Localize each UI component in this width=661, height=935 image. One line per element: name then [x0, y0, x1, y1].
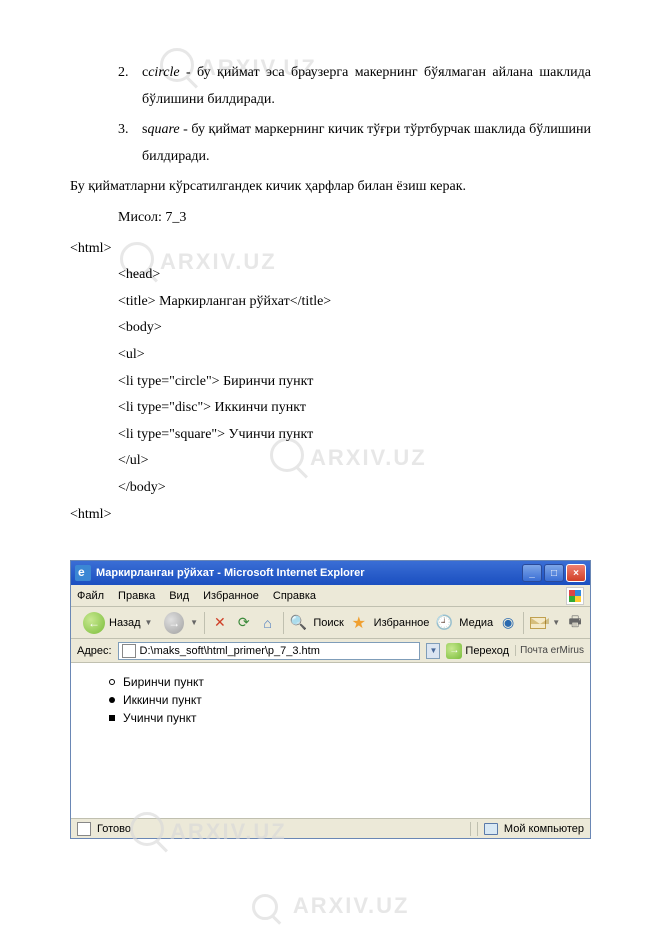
window-title: Маркирланган рўйхат - Microsoft Internet…	[96, 567, 522, 579]
history-icon[interactable]: 🕘	[435, 613, 453, 633]
menu-view[interactable]: Вид	[169, 590, 189, 602]
media-label[interactable]: Медиа	[459, 617, 493, 629]
back-arrow-icon: ←	[83, 612, 105, 634]
search-icon[interactable]: 🔍	[289, 613, 307, 633]
code-line: <title> Маркирланган рўйхат</title>	[70, 289, 591, 316]
document-icon	[77, 822, 91, 836]
windows-flag-icon	[566, 587, 584, 605]
titlebar: Маркирланган рўйхат - Microsoft Internet…	[71, 561, 590, 585]
disc-marker-icon	[109, 697, 115, 703]
code-line: </ul>	[70, 448, 591, 475]
code-line: <li type="square"> Учинчи пункт	[70, 422, 591, 449]
ie-icon	[75, 565, 91, 581]
home-icon[interactable]: ⌂	[259, 613, 277, 633]
back-label: Назад	[109, 617, 141, 629]
addressbar: Адрес: D:\maks_soft\html_primer\p_7_3.ht…	[71, 639, 590, 663]
go-arrow-icon: →	[446, 643, 462, 659]
document-content: 2. ccircle - бу қиймат эса браузерга мак…	[0, 0, 661, 548]
address-dropdown[interactable]: ▼	[426, 643, 440, 659]
browser-viewport: Биринчи пункт Иккинчи пункт Учинчи пункт	[71, 663, 590, 818]
menu-favorites[interactable]: Избранное	[203, 590, 259, 602]
code-line: <html>	[70, 236, 591, 263]
stop-icon[interactable]: ✕	[211, 613, 229, 633]
menu-edit[interactable]: Правка	[118, 590, 155, 602]
code-line: <ul>	[70, 342, 591, 369]
menu-help[interactable]: Справка	[273, 590, 316, 602]
code-line: <li type="disc"> Иккинчи пункт	[70, 395, 591, 422]
list-item-text: Иккинчи пункт	[123, 691, 202, 709]
media-icon[interactable]: ◉	[499, 613, 517, 633]
refresh-icon[interactable]: ⟳	[235, 613, 253, 633]
list-text: square - бу қиймат маркернинг кичик тўғр…	[142, 117, 591, 170]
dropdown-arrow-icon: ▼	[552, 618, 560, 627]
list-number: 2.	[118, 60, 142, 113]
document-icon	[122, 644, 136, 658]
menubar: Файл Правка Вид Избранное Справка	[71, 585, 590, 607]
paragraph: Бу қийматларни кўрсатилгандек кичик ҳарф…	[70, 174, 591, 201]
list-number: 3.	[118, 117, 142, 170]
favorites-icon[interactable]: ★	[350, 613, 368, 633]
go-button[interactable]: → Переход	[446, 643, 509, 659]
list-item-text: Учинчи пункт	[123, 709, 197, 727]
ie-window: Маркирланган рўйхат - Microsoft Internet…	[70, 560, 591, 839]
forward-button[interactable]: →	[164, 612, 184, 634]
footer-watermark: ARXIV.UZ	[0, 893, 661, 920]
back-button[interactable]: ← Назад ▼	[77, 610, 158, 636]
list-item: Учинчи пункт	[109, 709, 572, 727]
code-line: <body>	[70, 315, 591, 342]
maximize-button[interactable]: □	[544, 564, 564, 582]
code-line: <li type="circle"> Биринчи пункт	[70, 369, 591, 396]
ordered-list-item-2: 2. ccircle - бу қиймат эса браузерга мак…	[70, 60, 591, 113]
computer-icon	[484, 823, 498, 835]
term-desc: - бу қиймат эса браузерга макернинг бўял…	[142, 65, 591, 107]
list-text: ccircle - бу қиймат эса браузерга макерн…	[142, 60, 591, 113]
term-italic: circle	[148, 65, 179, 80]
favorites-label[interactable]: Избранное	[374, 617, 430, 629]
circle-marker-icon	[109, 679, 115, 685]
marked-list: Биринчи пункт Иккинчи пункт Учинчи пункт	[89, 673, 572, 727]
list-item-text: Биринчи пункт	[123, 673, 204, 691]
code-line: <head>	[70, 262, 591, 289]
address-label: Адрес:	[77, 645, 112, 657]
code-line: </body>	[70, 475, 591, 502]
mail-icon[interactable]	[530, 617, 546, 629]
list-item: Биринчи пункт	[109, 673, 572, 691]
term-italic: quare	[147, 122, 179, 137]
minimize-button[interactable]: _	[522, 564, 542, 582]
print-icon[interactable]: 🖶	[566, 613, 584, 633]
list-item: Иккинчи пункт	[109, 691, 572, 709]
toolbar: ← Назад ▼ → ▼ ✕ ⟳ ⌂ 🔍 Поиск ★ Избранное …	[71, 607, 590, 639]
square-marker-icon	[109, 715, 115, 721]
ordered-list-item-3: 3. square - бу қиймат маркернинг кичик т…	[70, 117, 591, 170]
search-label[interactable]: Поиск	[313, 617, 343, 629]
dropdown-arrow-icon: ▼	[145, 618, 153, 627]
close-button[interactable]: ×	[566, 564, 586, 582]
example-label: Мисол: 7_3	[70, 205, 591, 232]
status-done: Готово	[97, 823, 131, 835]
term-desc: - бу қиймат маркернинг кичик тўғри тўртб…	[142, 122, 591, 164]
address-value: D:\maks_soft\html_primer\p_7_3.htm	[140, 645, 320, 657]
menu-file[interactable]: Файл	[77, 590, 104, 602]
status-zone: Мой компьютер	[504, 823, 584, 835]
address-input[interactable]: D:\maks_soft\html_primer\p_7_3.htm	[118, 642, 421, 660]
dropdown-arrow-icon: ▼	[190, 618, 198, 627]
software-label: Почта erMirus	[515, 645, 584, 656]
go-label: Переход	[465, 645, 509, 657]
code-line: <html>	[70, 502, 591, 529]
